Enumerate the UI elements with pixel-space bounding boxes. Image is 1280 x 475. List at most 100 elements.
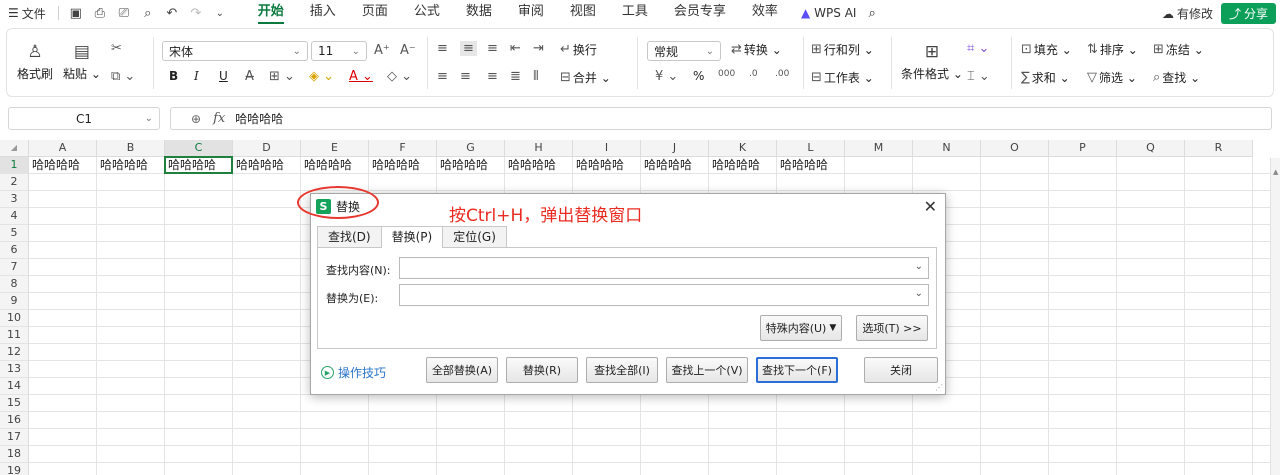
cell-h1[interactable]: 哈哈哈哈 xyxy=(505,157,573,174)
currency-button[interactable]: ¥ ⌄ xyxy=(655,69,678,84)
tab-9[interactable]: 效率 xyxy=(739,0,791,26)
column-header-o[interactable]: O xyxy=(981,140,1049,157)
row-header-15[interactable]: 15 xyxy=(0,395,29,412)
row-header-7[interactable]: 7 xyxy=(0,259,29,276)
column-header-p[interactable]: P xyxy=(1049,140,1117,157)
align-middle-button[interactable]: ≡ xyxy=(460,41,477,56)
row-header-1[interactable]: 1 xyxy=(0,157,29,174)
tab-2[interactable]: 页面 xyxy=(349,0,401,26)
row-header-13[interactable]: 13 xyxy=(0,361,29,378)
dialog-tab-1[interactable]: 替换(P) xyxy=(380,226,444,248)
column-header-f[interactable]: F xyxy=(369,140,437,157)
find-all-button[interactable]: 查找全部(I) xyxy=(586,357,658,383)
row-header-16[interactable]: 16 xyxy=(0,412,29,429)
column-header-b[interactable]: B xyxy=(97,140,165,157)
strikethrough-button[interactable]: A̶ xyxy=(245,69,254,84)
align-top-button[interactable]: ≡ xyxy=(437,41,448,56)
decrease-decimal-button[interactable]: .00 xyxy=(775,69,789,79)
justify-button[interactable]: ≣ xyxy=(510,69,521,84)
column-header-c[interactable]: C xyxy=(165,140,233,157)
row-header-18[interactable]: 18 xyxy=(0,446,29,463)
wps-ai-button[interactable]: ▲ WPS AI ⌕ xyxy=(801,6,876,21)
tab-3[interactable]: 公式 xyxy=(401,0,453,26)
tab-0[interactable]: 开始 xyxy=(245,0,297,26)
cell-k1[interactable]: 哈哈哈哈 xyxy=(709,157,777,174)
column-header-g[interactable]: G xyxy=(437,140,505,157)
tab-4[interactable]: 数据 xyxy=(453,0,505,26)
column-header-q[interactable]: Q xyxy=(1117,140,1185,157)
column-header-r[interactable]: R xyxy=(1185,140,1253,157)
row-header-9[interactable]: 9 xyxy=(0,293,29,310)
undo-icon[interactable]: ↶ xyxy=(161,3,183,23)
tab-5[interactable]: 审阅 xyxy=(505,0,557,26)
sort-button[interactable]: ⇅ 排序 ⌄ xyxy=(1087,41,1138,58)
tab-1[interactable]: 插入 xyxy=(297,0,349,26)
column-header-m[interactable]: M xyxy=(845,140,913,157)
column-header-h[interactable]: H xyxy=(505,140,573,157)
worksheet-button[interactable]: ⊟ 工作表 ⌄ xyxy=(811,69,874,86)
cell-b1[interactable]: 哈哈哈哈 xyxy=(97,157,165,174)
format-painter-button[interactable]: ♙ 格式刷 xyxy=(17,39,53,82)
copy-button[interactable]: ⧉ ⌄ xyxy=(111,69,135,84)
percent-button[interactable]: % xyxy=(693,69,704,83)
cut-button[interactable]: ✂ xyxy=(111,41,122,56)
options-button[interactable]: 选项(T) >> xyxy=(856,315,928,341)
clear-button[interactable]: ◇ ⌄ xyxy=(387,69,412,84)
find-button[interactable]: ⌕ 查找 ⌄ xyxy=(1153,69,1200,86)
column-header-k[interactable]: K xyxy=(709,140,777,157)
tab-7[interactable]: 工具 xyxy=(609,0,661,26)
italic-button[interactable]: I xyxy=(194,69,199,83)
merge-button[interactable]: ⊟ 合并 ⌄ xyxy=(560,69,611,86)
rows-cols-button[interactable]: ⊞ 行和列 ⌄ xyxy=(811,41,874,58)
chevron-down-icon[interactable]: ⌄ xyxy=(209,3,231,23)
save-icon[interactable]: ▣ xyxy=(65,3,87,23)
find-next-button[interactable]: 查找下一个(F) xyxy=(756,357,838,383)
chevron-down-icon[interactable]: ⌄ xyxy=(915,288,923,299)
row-header-2[interactable]: 2 xyxy=(0,174,29,191)
scroll-up-icon[interactable]: ▲ xyxy=(1273,168,1278,176)
underline-button[interactable]: U xyxy=(219,69,228,83)
filter-button[interactable]: ▽ 筛选 ⌄ xyxy=(1087,69,1137,86)
column-header-j[interactable]: J xyxy=(641,140,709,157)
row-header-3[interactable]: 3 xyxy=(0,191,29,208)
chevron-down-icon[interactable]: ⌄ xyxy=(915,261,923,272)
table-style-button[interactable]: ⌶ ⌄ xyxy=(967,69,990,84)
sum-button[interactable]: ∑ 求和 ⌄ xyxy=(1021,69,1070,86)
number-format-select[interactable]: 常规 ⌄ xyxy=(647,41,721,61)
freeze-button[interactable]: ⊞ 冻结 ⌄ xyxy=(1153,41,1204,58)
indent-increase-button[interactable]: ⇥ xyxy=(533,41,544,56)
replace-with-input[interactable]: ⌄ xyxy=(399,284,929,306)
column-header-a[interactable]: A xyxy=(29,140,97,157)
name-box[interactable]: C1 ⌄ xyxy=(8,107,160,130)
cell-d1[interactable]: 哈哈哈哈 xyxy=(233,157,301,174)
export-pdf-icon[interactable]: ⎙ xyxy=(89,3,111,23)
font-color-button[interactable]: A ⌄ xyxy=(349,69,373,84)
thousands-button[interactable]: 000 xyxy=(718,69,735,79)
font-size-select[interactable]: 11 ⌄ xyxy=(311,41,367,61)
find-previous-button[interactable]: 查找上一个(V) xyxy=(666,357,748,383)
replace-all-button[interactable]: 全部替换(A) xyxy=(426,357,498,383)
fill-button[interactable]: ⊡ 填充 ⌄ xyxy=(1021,41,1072,58)
row-header-17[interactable]: 17 xyxy=(0,429,29,446)
bold-button[interactable]: B xyxy=(169,69,178,83)
row-header-11[interactable]: 11 xyxy=(0,327,29,344)
row-header-10[interactable]: 10 xyxy=(0,310,29,327)
distributed-button[interactable]: ⦀ xyxy=(533,69,539,84)
resize-grip-icon[interactable]: ⋰ xyxy=(935,383,943,392)
indent-decrease-button[interactable]: ⇤ xyxy=(510,41,521,56)
dialog-tab-2[interactable]: 定位(G) xyxy=(442,226,507,247)
increase-decimal-button[interactable]: .0 xyxy=(749,69,758,79)
print-preview-icon[interactable]: ⌕ xyxy=(137,3,159,23)
special-content-button[interactable]: 特殊内容(U) ▼ xyxy=(760,315,842,341)
shrink-font-button[interactable]: A⁻ xyxy=(400,43,416,58)
column-header-l[interactable]: L xyxy=(777,140,845,157)
tab-6[interactable]: 视图 xyxy=(557,0,609,26)
wrap-text-button[interactable]: ↵ 换行 xyxy=(560,41,597,58)
column-header-i[interactable]: I xyxy=(573,140,641,157)
cell-e1[interactable]: 哈哈哈哈 xyxy=(301,157,369,174)
tips-link[interactable]: ▶ 操作技巧 xyxy=(321,364,386,381)
print-icon[interactable]: ⎚ xyxy=(113,3,135,23)
row-header-8[interactable]: 8 xyxy=(0,276,29,293)
cell-l1[interactable]: 哈哈哈哈 xyxy=(777,157,845,174)
replace-button[interactable]: 替换(R) xyxy=(506,357,578,383)
